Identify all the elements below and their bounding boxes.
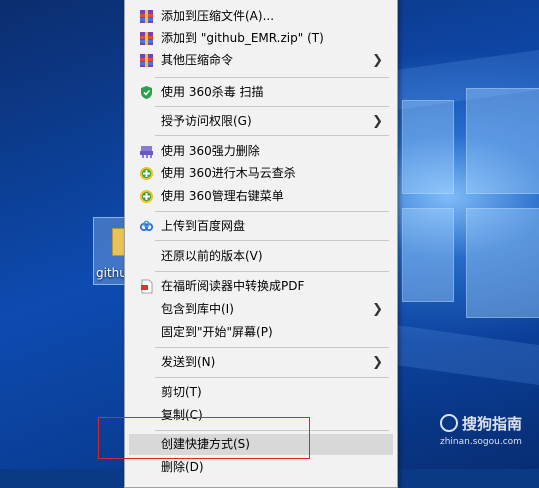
menu-item-label: 授予访问权限(G): [161, 114, 252, 128]
shredder-icon: [140, 146, 153, 158]
menu-item-label: 添加到 "github_EMR.zip" (T): [161, 31, 324, 45]
windows-logo-pane: [466, 208, 539, 318]
menu-separator: [155, 106, 389, 107]
cloud-icon: [139, 220, 154, 232]
archive-icon: [140, 10, 153, 23]
menu-item-label: 删除(D): [161, 460, 204, 474]
menu-item-add-to-zip[interactable]: 添加到 "github_EMR.zip" (T): [129, 28, 393, 49]
menu-item-360-manage-menu[interactable]: 使用 360管理右键菜单: [129, 186, 393, 207]
menu-item-label: 上传到百度网盘: [161, 219, 246, 233]
pdf-icon: [141, 279, 153, 294]
plus-shield-icon: [140, 190, 153, 203]
archive-icon: [140, 32, 153, 45]
menu-item-other-compress[interactable]: 其他压缩命令 ❯: [129, 50, 393, 71]
menu-item-label: 使用 360管理右键菜单: [161, 189, 284, 203]
chevron-right-icon: ❯: [372, 53, 383, 68]
archive-icon: [140, 54, 153, 67]
menu-item-convert-pdf[interactable]: 在福昕阅读器中转换成PDF: [129, 276, 393, 297]
menu-item-label: 发送到(N): [161, 355, 216, 369]
menu-item-360-force-delete[interactable]: 使用 360强力删除: [129, 141, 393, 162]
menu-item-label: 包含到库中(I): [161, 302, 234, 316]
sogou-logo-icon: [440, 414, 458, 432]
windows-logo-pane: [466, 88, 539, 194]
menu-item-grant-access[interactable]: 授予访问权限(G) ❯: [129, 111, 393, 132]
menu-item-send-to[interactable]: 发送到(N) ❯: [129, 352, 393, 373]
menu-item-label: 使用 360进行木马云查杀: [161, 166, 296, 180]
menu-separator: [155, 377, 389, 378]
menu-item-baidu-upload[interactable]: 上传到百度网盘: [129, 216, 393, 237]
menu-separator: [155, 211, 389, 212]
annotation-highlight-box: [98, 417, 310, 459]
menu-separator: [155, 77, 389, 78]
menu-item-label: 使用 360强力删除: [161, 144, 260, 158]
menu-item-label: 还原以前的版本(V): [161, 249, 263, 263]
menu-item-pin-to-start[interactable]: 固定到"开始"屏幕(P): [129, 322, 393, 343]
menu-item-360-scan[interactable]: 使用 360杀毒 扫描: [129, 82, 393, 103]
menu-separator: [155, 240, 389, 241]
menu-item-label: 使用 360杀毒 扫描: [161, 85, 264, 99]
menu-item-label: 在福昕阅读器中转换成PDF: [161, 279, 305, 293]
menu-separator: [155, 135, 389, 136]
chevron-right-icon: ❯: [372, 114, 383, 129]
menu-item-label: 添加到压缩文件(A)...: [161, 9, 275, 23]
plus-shield-icon: [140, 167, 153, 180]
chevron-right-icon: ❯: [372, 302, 383, 317]
menu-separator: [155, 347, 389, 348]
menu-item-delete[interactable]: 删除(D): [129, 457, 393, 478]
windows-logo-pane: [402, 100, 454, 194]
context-menu: 添加到压缩文件(A)... 添加到 "github_EMR.zip" (T) 其…: [124, 0, 398, 488]
watermark-url: zhinan.sogou.com: [440, 437, 522, 447]
watermark-title: 搜狗指南: [462, 415, 523, 433]
menu-item-add-to-archive[interactable]: 添加到压缩文件(A)...: [129, 6, 393, 27]
menu-item-cut[interactable]: 剪切(T): [129, 382, 393, 403]
windows-logo-pane: [402, 208, 454, 302]
menu-item-label: 其他压缩命令: [161, 53, 234, 67]
menu-item-restore-versions[interactable]: 还原以前的版本(V): [129, 246, 393, 267]
menu-item-label: 固定到"开始"屏幕(P): [161, 325, 273, 339]
menu-separator: [155, 271, 389, 272]
chevron-right-icon: ❯: [372, 355, 383, 370]
menu-item-label: 剪切(T): [161, 385, 202, 399]
light-beam: [396, 324, 539, 386]
menu-item-include-in-library[interactable]: 包含到库中(I) ❯: [129, 299, 393, 320]
menu-item-360-trojan-scan[interactable]: 使用 360进行木马云查杀: [129, 163, 393, 184]
shield-icon: [141, 86, 152, 99]
desktop-icon-label: githu: [96, 266, 127, 280]
